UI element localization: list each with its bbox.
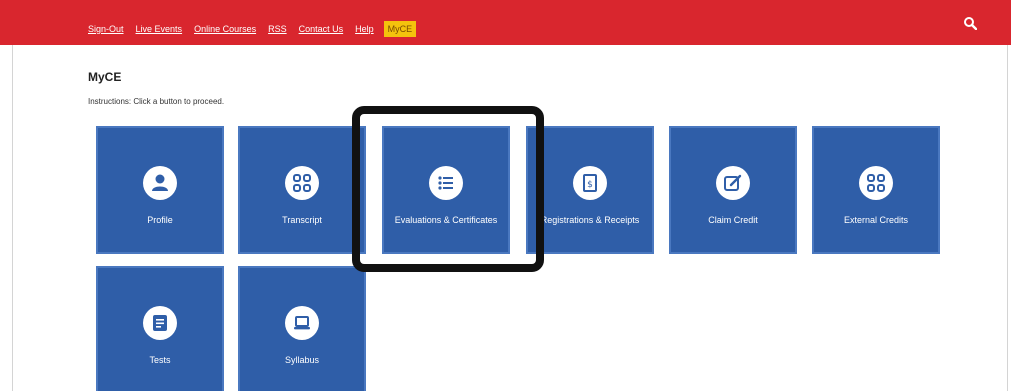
tests-tile[interactable]: Tests [96,266,224,391]
external-credits-tile[interactable]: External Credits [812,126,940,254]
nav-help[interactable]: Help [353,22,376,36]
user-icon [143,166,177,200]
nav-rss[interactable]: RSS [266,22,289,36]
profile-label: Profile [147,215,173,225]
nav-online-courses[interactable]: Online Courses [192,22,258,36]
page-title: MyCE [88,70,122,84]
grid-icon [285,166,319,200]
receipt-icon: $ [573,166,607,200]
profile-tile[interactable]: Profile [96,126,224,254]
top-nav-bar: Sign-Out Live Events Online Courses RSS … [0,0,1011,45]
document-icon [143,306,177,340]
registrations-receipts-label: Registrations & Receipts [540,215,640,225]
edit-icon [716,166,750,200]
grid-icon [859,166,893,200]
laptop-icon [285,306,319,340]
transcript-label: Transcript [282,215,322,225]
claim-credit-label: Claim Credit [708,215,758,225]
syllabus-tile[interactable]: Syllabus [238,266,366,391]
transcript-tile[interactable]: Transcript [238,126,366,254]
content-left-border [12,45,13,391]
nav-live-events[interactable]: Live Events [134,22,185,36]
claim-credit-tile[interactable]: Claim Credit [669,126,797,254]
content-right-border [1007,45,1008,391]
nav-links: Sign-Out Live Events Online Courses RSS … [86,19,424,39]
nav-sign-out[interactable]: Sign-Out [86,22,126,36]
tests-label: Tests [149,355,171,365]
instructions-text: Instructions: Click a button to proceed. [88,97,225,106]
search-icon[interactable] [963,16,977,30]
nav-myce[interactable]: MyCE [383,21,417,37]
external-credits-label: External Credits [843,215,909,225]
svg-text:$: $ [587,180,593,190]
registrations-receipts-tile[interactable]: $ Registrations & Receipts [526,126,654,254]
syllabus-label: Syllabus [284,355,320,365]
highlight-annotation-box [352,106,544,272]
nav-contact-us[interactable]: Contact Us [297,22,346,36]
